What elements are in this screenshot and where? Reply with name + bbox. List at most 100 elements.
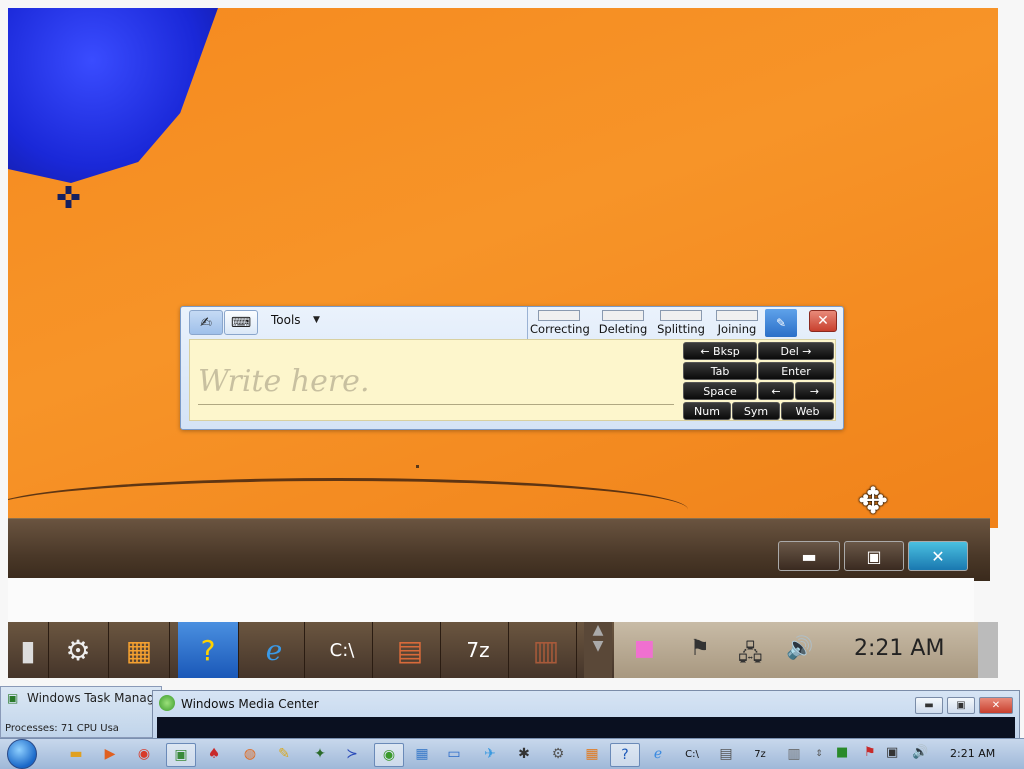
powershell-icon[interactable]: ≻	[338, 743, 366, 765]
right-arrow-key[interactable]: →	[795, 382, 834, 400]
write-here-placeholder: Write here.	[198, 364, 370, 399]
network-icon[interactable]: 🖧	[738, 636, 763, 674]
writing-pad[interactable]: Write here.	[189, 339, 683, 421]
bug-icon[interactable]: ✱	[510, 743, 538, 765]
taskbar-scroll-icon[interactable]: ⇕	[812, 743, 826, 765]
notepad-icon[interactable]: ✎	[270, 743, 298, 765]
firefox-icon[interactable]: ◍	[236, 743, 264, 765]
zoomed-app-icon[interactable]: ▮	[8, 622, 49, 678]
mc-content-area	[8, 578, 974, 622]
cmd-taskbar-icon[interactable]: C:\	[678, 743, 706, 765]
windows-orb-icon	[7, 739, 37, 769]
cursor-cross-icon: ✜	[56, 181, 82, 216]
restore-icon: ▣	[956, 700, 966, 711]
chevron-down-icon[interactable]: ▼	[313, 315, 320, 325]
notebook-taskbar-icon[interactable]: ▥	[780, 743, 808, 765]
puzzle-icon[interactable]: ✦	[306, 743, 334, 765]
wmc-minimize-button[interactable]: ▬	[915, 697, 943, 714]
deleting-icon	[602, 310, 644, 321]
bksp-key[interactable]: ← Bksp	[683, 342, 757, 360]
tools-menu[interactable]: Tools	[271, 313, 301, 327]
mc-restore-button[interactable]: ▣	[844, 541, 904, 571]
media-center-taskbar-icon[interactable]: ◉	[374, 743, 404, 767]
gesture-joining[interactable]: Joining	[708, 307, 766, 339]
panel-options-button[interactable]: ✎	[765, 309, 797, 337]
desktop-dot	[416, 465, 419, 468]
media-player-icon[interactable]: ▶	[96, 743, 124, 765]
action-center-icon[interactable]: ⚑	[864, 745, 876, 760]
ie-taskbar-icon[interactable]: ℯ	[644, 743, 672, 765]
chrome-icon[interactable]: ◉	[130, 743, 158, 765]
taskbar-scroll-icon[interactable]: ▲ ▼	[584, 622, 612, 678]
zoomed-clock[interactable]: 2:21 AM	[854, 636, 944, 661]
del-key[interactable]: Del →	[758, 342, 834, 360]
mc-minimize-button[interactable]: ▬	[778, 541, 840, 571]
writing-pad-button[interactable]: ✍	[189, 310, 223, 335]
task-manager-taskbar-icon[interactable]: ▣	[166, 743, 196, 767]
explorer-icon[interactable]: ▬	[62, 743, 90, 765]
gesture-correcting[interactable]: Correcting	[530, 307, 590, 339]
space-key[interactable]: Space	[683, 382, 757, 400]
action-center-flag-icon[interactable]: ⚑	[690, 636, 710, 661]
media-center-icon	[159, 695, 175, 711]
close-panel-button[interactable]: ✕	[809, 310, 837, 332]
gesture-splitting[interactable]: Splitting	[652, 307, 710, 339]
gesture-help: Correcting Deleting Splitting Joining	[527, 307, 766, 339]
7zip-icon[interactable]: 7z	[448, 622, 509, 678]
volume-icon[interactable]: 🔊	[786, 636, 813, 661]
media-center-title: Windows Media Center	[181, 697, 319, 711]
help-icon[interactable]: ?	[178, 622, 239, 678]
notepad-pen-icon: ✎	[775, 316, 787, 330]
task-manager-status: Processes: 71 CPU Usa	[5, 723, 119, 734]
control-panel-icon[interactable]: ▦	[109, 622, 170, 678]
keyboard-icon: ⌨	[230, 314, 252, 331]
tab-key[interactable]: Tab	[683, 362, 757, 380]
keyboard-button[interactable]: ⌨	[224, 310, 258, 335]
writing-baseline	[198, 404, 674, 405]
left-arrow-key[interactable]: ←	[758, 382, 794, 400]
wmc-restore-button[interactable]: ▣	[947, 697, 975, 714]
taskbar: ▬ ▶ ◉ ▣ ♠ ◍ ✎ ✦ ≻ ◉ ▦ ▭ ✈ ✱ ⚙ ▦ ? ℯ C:\ …	[0, 738, 1024, 769]
mc-close-button[interactable]: ✕	[908, 541, 968, 571]
close-icon: ✕	[991, 700, 1001, 711]
wmc-close-button[interactable]: ✕	[979, 697, 1013, 714]
web-key[interactable]: Web	[781, 402, 834, 420]
enter-key[interactable]: Enter	[758, 362, 834, 380]
notebook-icon[interactable]: ▥	[516, 622, 577, 678]
notification-area: ■ ⚑ ▣ 🔊	[836, 745, 936, 763]
taskbar-clock[interactable]: 2:21 AM	[950, 747, 995, 760]
pen-icon: ✍	[200, 314, 212, 331]
volume-tray-icon[interactable]: 🔊	[912, 745, 928, 760]
zoomed-taskbar: ▮ ⚙ ▦ ? ℯ C:\ ▤ 7z ▥ ▲ ▼ ■ ⚑ 🖧 🔊 2:21 AM	[8, 622, 998, 678]
task-manager-icon: ▣	[7, 691, 19, 705]
recycle-icon[interactable]: ▦	[408, 743, 436, 765]
paper-plane-icon[interactable]: ✈	[476, 743, 504, 765]
gear-icon[interactable]: ⚙	[48, 622, 109, 678]
correcting-icon	[538, 310, 580, 321]
num-key[interactable]: Num	[683, 402, 731, 420]
task-manager-window[interactable]: ▣ Windows Task Manager Processes: 71 CPU…	[0, 686, 167, 738]
quick-keys: ← Bksp Del → Tab Enter Space ← → Num Sym…	[681, 339, 836, 421]
minimize-icon: ▬	[924, 700, 934, 711]
green-square-icon[interactable]: ■	[836, 745, 848, 760]
zoomed-desktop: ✜	[8, 8, 998, 528]
control-panel-taskbar-icon[interactable]: ▦	[578, 743, 606, 765]
pink-square-icon[interactable]: ■	[634, 636, 655, 661]
start-button[interactable]	[2, 739, 42, 769]
7zip-taskbar-icon[interactable]: 7z	[746, 743, 774, 765]
show-desktop-zoomed[interactable]	[978, 622, 998, 678]
solitaire-icon[interactable]: ♠	[200, 743, 228, 765]
sym-key[interactable]: Sym	[732, 402, 780, 420]
minimize-icon: ▬	[801, 546, 817, 566]
calculator-icon[interactable]: ▤	[380, 622, 441, 678]
close-icon: ✕	[817, 313, 829, 329]
tip-toolbar: ✍ ⌨ Tools ▼ Correcting Deleting Splittin…	[181, 307, 843, 339]
gesture-deleting[interactable]: Deleting	[594, 307, 652, 339]
internet-explorer-icon[interactable]: ℯ	[244, 622, 305, 678]
help-taskbar-icon[interactable]: ?	[610, 743, 640, 767]
network-tray-icon[interactable]: ▣	[886, 745, 898, 760]
remote-desktop-icon[interactable]: ▭	[440, 743, 468, 765]
settings-icon[interactable]: ⚙	[544, 743, 572, 765]
calculator-taskbar-icon[interactable]: ▤	[712, 743, 740, 765]
command-prompt-icon[interactable]: C:\	[312, 622, 373, 678]
